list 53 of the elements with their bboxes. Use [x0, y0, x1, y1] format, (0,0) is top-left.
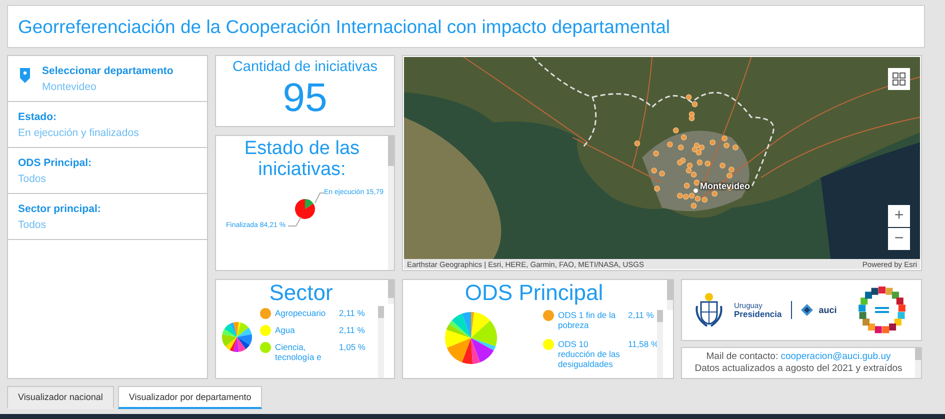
tab[interactable]: Visualizador por departamento — [118, 386, 262, 409]
leader-line — [288, 216, 302, 228]
filter-item[interactable]: Seleccionar departamento Montevideo — [8, 56, 207, 102]
pie-chart-drawing — [445, 312, 497, 364]
basemap-toggle-button[interactable] — [888, 68, 910, 90]
filter-value: Todos — [18, 173, 48, 185]
leader-line — [314, 190, 324, 204]
contact-label: Mail de contacto: — [706, 351, 778, 362]
diamond-logo-icon — [800, 304, 813, 316]
grid-icon — [892, 72, 906, 86]
filter-item[interactable]: ODS Principal: Todos — [8, 148, 207, 194]
legend-value: 2,11 % — [339, 325, 365, 335]
filter-label: ODS Principal: — [18, 157, 92, 169]
scrollbar[interactable] — [388, 136, 394, 270]
filter-value: Todos — [18, 219, 48, 231]
filter-value: En ejecución y finalizados — [18, 127, 139, 139]
legend-label: Agropecuario — [275, 308, 327, 318]
card-title: ODS Principal — [464, 280, 604, 306]
pie-chart-drawing — [294, 198, 316, 220]
logo-text: auci — [818, 305, 837, 315]
zoom-out-button[interactable]: − — [888, 228, 910, 250]
legend-label: Ciencia, tecnología e — [275, 342, 322, 362]
filter-label: Sector principal: — [18, 203, 101, 215]
scrollbar[interactable] — [667, 280, 673, 310]
legend-label: ODS 10 reducción de las desigualdades — [558, 339, 621, 369]
scrollbar[interactable] — [378, 306, 384, 378]
filter-item[interactable]: Sector principal: Todos — [8, 194, 207, 240]
email-link[interactable]: cooperacion@auci.gub.uy — [780, 351, 891, 362]
filter-label: Estado: — [18, 111, 58, 123]
card-title: Sector — [268, 280, 334, 306]
zoom-in-button[interactable]: + — [888, 205, 910, 227]
location-pin-icon — [18, 66, 32, 84]
card-title: Estado de las iniciativas: — [243, 137, 361, 180]
map-place-label: Montevideo — [700, 181, 750, 191]
page-title: Georreferenciación de la Cooperación Internacional con impacto departamental — [18, 16, 670, 38]
filter-item[interactable]: Estado: En ejecución y finalizados — [8, 102, 207, 148]
legend-label: Agua — [275, 325, 296, 335]
coat-of-arms-icon — [694, 292, 724, 328]
filter-value: Montevideo — [42, 81, 98, 93]
card-title: Cantidad de iniciativas — [232, 59, 378, 75]
legend-label: ODS 1 fin de la pobreza — [558, 310, 617, 330]
legend-value: 2,11 % — [628, 310, 654, 320]
filter-label: Seleccionar departamento — [42, 65, 174, 77]
pie-chart-drawing — [222, 322, 252, 352]
legend-value: 2,11 % — [339, 308, 365, 318]
scrollbar[interactable] — [657, 310, 663, 378]
scrollbar[interactable] — [388, 280, 394, 304]
legend-value: 1,05 % — [339, 342, 366, 352]
scrollbar[interactable] — [915, 348, 921, 378]
tab[interactable]: Visualizador nacional — [7, 386, 114, 409]
logo-text: Presidencia — [734, 310, 782, 319]
count-value: 95 — [282, 75, 328, 121]
update-note: Datos actualizados a agosto del 2021 y extraídos — [694, 363, 902, 374]
